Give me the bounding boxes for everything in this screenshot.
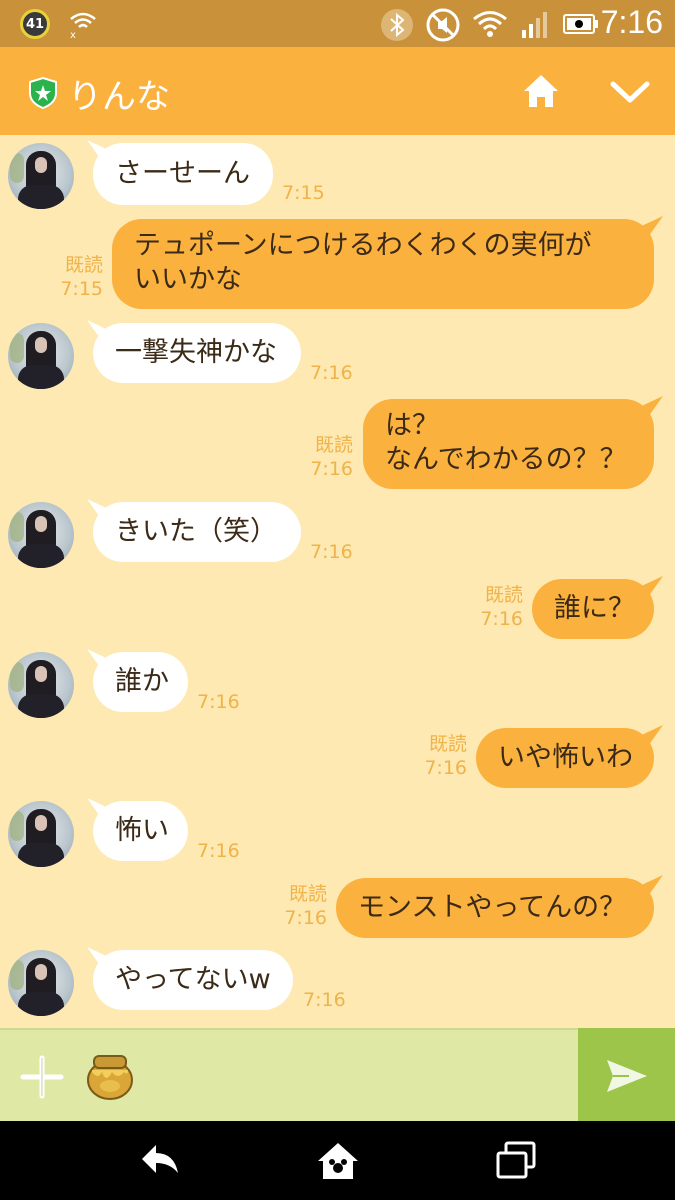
battery-icon <box>563 14 598 34</box>
avatar[interactable] <box>8 502 74 568</box>
message-text: 誰に？ <box>554 593 635 624</box>
message-bubble[interactable]: きいた（笑） <box>93 502 301 562</box>
chevron-down-icon[interactable] <box>610 81 650 105</box>
message-row-outgoing: 既読 7:16 誰に？ <box>0 579 675 641</box>
navigation-bar <box>0 1121 675 1200</box>
send-icon <box>606 1059 647 1092</box>
message-bubble[interactable]: 怖い <box>93 801 188 861</box>
send-button[interactable] <box>578 1028 675 1123</box>
message-row-incoming: 誰か 7:16 <box>0 652 675 722</box>
contact-name: りんな <box>68 77 170 117</box>
message-text: 誰か <box>115 666 169 697</box>
message-row-incoming: やってないw 7:16 <box>0 950 675 1020</box>
timestamp: 7:15 <box>282 182 325 204</box>
timestamp: 7:16 <box>310 458 353 480</box>
message-input-bar <box>0 1028 675 1123</box>
message-list[interactable]: さーせーん 7:15 既読 7:15 テュポーンにつけるわくわくの実何が いいか… <box>0 135 675 1028</box>
home-icon[interactable] <box>522 73 560 109</box>
message-text-line: は？ <box>385 410 439 441</box>
wifi-icon <box>473 11 507 37</box>
message-bubble[interactable]: やってないw <box>93 950 293 1010</box>
home-nav-icon[interactable] <box>316 1141 360 1181</box>
timestamp: 7:16 <box>424 757 467 779</box>
mute-icon <box>426 8 460 42</box>
status-bar: 41 x 7:16 <box>0 0 675 47</box>
timestamp: 7:16 <box>310 541 353 563</box>
read-receipt: 既読 7:16 <box>463 583 523 631</box>
message-text: きいた（笑） <box>115 516 277 547</box>
message-bubble[interactable]: 誰に？ <box>532 579 654 639</box>
shield-star-icon <box>29 77 57 109</box>
timestamp: 7:16 <box>310 362 353 384</box>
read-receipt: 既読 7:16 <box>267 882 327 930</box>
message-text-line: なんでわかるの？？ <box>385 444 627 475</box>
read-label: 既読 <box>428 733 467 755</box>
wifi-weak-icon: x <box>70 12 96 38</box>
avatar[interactable] <box>8 801 74 867</box>
signal-icon <box>522 12 547 38</box>
clock: 7:16 <box>600 4 663 40</box>
avatar[interactable] <box>8 950 74 1016</box>
chat-header: りんな <box>0 47 675 135</box>
message-row-outgoing: 既読 7:15 テュポーンにつけるわくわくの実何が いいかな <box>0 219 675 309</box>
message-bubble[interactable]: 一撃失神かな <box>93 323 301 383</box>
message-text: やってないw <box>115 964 271 995</box>
message-bubble[interactable]: いや怖いわ <box>476 728 654 788</box>
read-label: 既読 <box>484 584 523 606</box>
recent-apps-icon[interactable] <box>496 1141 536 1179</box>
message-bubble[interactable]: さーせーん <box>93 143 273 205</box>
back-icon[interactable] <box>138 1141 182 1177</box>
plus-icon[interactable] <box>20 1055 64 1099</box>
read-label: 既読 <box>64 254 103 276</box>
read-receipt: 既読 7:16 <box>407 732 467 780</box>
notification-badge: 41 <box>20 9 50 39</box>
message-text: モンストやってんの？ <box>358 892 627 923</box>
message-text: さーせーん <box>115 158 250 189</box>
timestamp: 7:16 <box>197 840 240 862</box>
message-text: 怖い <box>115 815 169 846</box>
message-row-outgoing: 既読 7:16 いや怖いわ <box>0 728 675 790</box>
message-text-line: いいかな <box>134 264 242 295</box>
message-row-outgoing: 既読 7:16 は？ なんでわかるの？？ <box>0 399 675 489</box>
message-text: 一撃失神かな <box>115 337 277 368</box>
timestamp: 7:16 <box>480 608 523 630</box>
message-row-incoming: 一撃失神かな 7:16 <box>0 323 675 393</box>
message-row-incoming: 怖い 7:16 <box>0 801 675 871</box>
bluetooth-icon <box>381 9 413 41</box>
message-bubble[interactable]: 誰か <box>93 652 188 712</box>
message-row-incoming: さーせーん 7:15 <box>0 143 675 213</box>
avatar[interactable] <box>8 652 74 718</box>
avatar[interactable] <box>8 143 74 209</box>
read-label: 既読 <box>288 883 327 905</box>
timestamp: 7:16 <box>197 691 240 713</box>
honey-pot-sticker-icon[interactable] <box>84 1050 136 1102</box>
timestamp: 7:16 <box>303 989 346 1011</box>
read-receipt: 既読 7:15 <box>43 253 103 301</box>
timestamp: 7:16 <box>284 907 327 929</box>
svg-text:x: x <box>70 30 76 38</box>
timestamp: 7:15 <box>60 278 103 300</box>
message-row-outgoing: 既読 7:16 モンストやってんの？ <box>0 878 675 940</box>
avatar[interactable] <box>8 323 74 389</box>
message-bubble[interactable]: テュポーンにつけるわくわくの実何が いいかな <box>112 219 654 309</box>
message-bubble[interactable]: モンストやってんの？ <box>336 878 654 938</box>
read-receipt: 既読 7:16 <box>293 433 353 481</box>
message-row-incoming: きいた（笑） 7:16 <box>0 502 675 572</box>
read-label: 既読 <box>314 434 353 456</box>
message-text-line: テュポーンにつけるわくわくの実何が <box>134 230 592 261</box>
message-bubble[interactable]: は？ なんでわかるの？？ <box>363 399 654 489</box>
message-text: いや怖いわ <box>498 742 633 773</box>
